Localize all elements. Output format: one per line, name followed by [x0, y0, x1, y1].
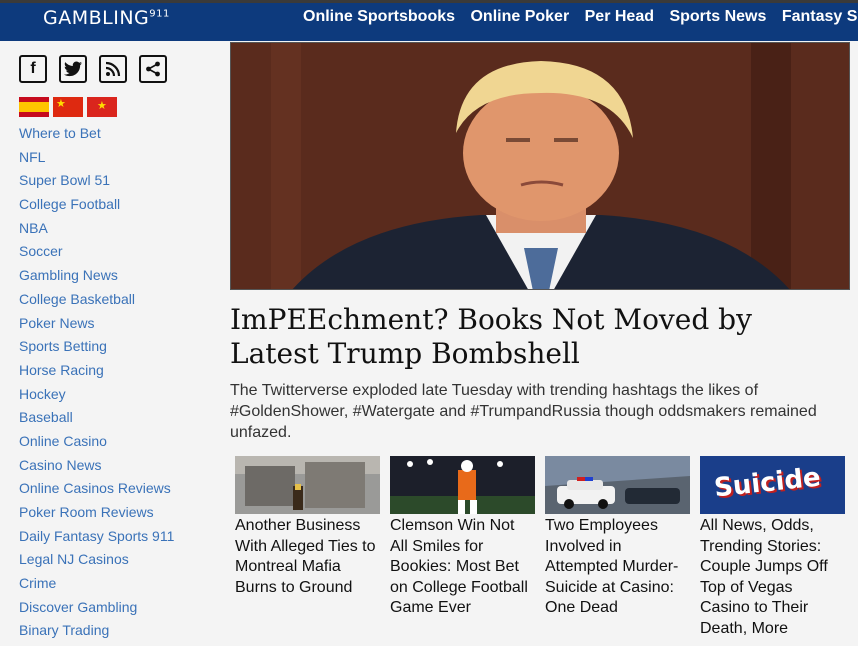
sidebar-link-hockey[interactable]: Hockey — [19, 386, 66, 402]
social-links: f — [19, 55, 167, 83]
sidebar-item: Horse Racing — [19, 361, 174, 385]
china-flag-icon[interactable]: ★ — [53, 97, 83, 117]
sidebar-link-nba[interactable]: NBA — [19, 220, 48, 236]
sidebar-item: Where to Bet — [19, 124, 174, 148]
hero-image[interactable] — [230, 42, 850, 290]
sidebar-item: Binary Trading — [19, 621, 174, 645]
sidebar-link-nfl[interactable]: NFL — [19, 149, 45, 165]
sidebar-link-daily-fantasy-sports[interactable]: Daily Fantasy Sports 911 — [19, 528, 174, 544]
related-article-title[interactable]: Another Business With Alleged Ties to Mo… — [235, 516, 380, 598]
article-thumbnail[interactable] — [235, 456, 380, 514]
sidebar-link-sports-betting[interactable]: Sports Betting — [19, 338, 107, 354]
logo-text: GAMBLING — [43, 7, 150, 29]
sidebar-item: Poker News — [19, 314, 174, 338]
sidebar-item: Discover Gambling — [19, 598, 174, 622]
sidebar-item: Hockey — [19, 385, 174, 409]
sidebar-link-poker-news[interactable]: Poker News — [19, 315, 94, 331]
sidebar-item: College Football — [19, 195, 174, 219]
article-title[interactable]: ImPEEchment? Books Not Moved by Latest T… — [230, 303, 830, 371]
sidebar-link-college-basketball[interactable]: College Basketball — [19, 291, 135, 307]
related-article-title[interactable]: Clemson Win Not All Smiles for Bookies: … — [390, 516, 535, 619]
sidebar-link-gambling-news[interactable]: Gambling News — [19, 267, 118, 283]
nav-online-sportsbooks[interactable]: Online Sportsbooks — [303, 8, 455, 25]
sidebar-item: Baseball — [19, 408, 174, 432]
nav-per-head[interactable]: Per Head — [585, 8, 654, 25]
rss-shape — [105, 61, 121, 77]
sidebar-link-baseball[interactable]: Baseball — [19, 409, 73, 425]
sidebar-item: Soccer — [19, 242, 174, 266]
twitter-icon[interactable] — [59, 55, 87, 83]
sidebar-item: Crime — [19, 574, 174, 598]
related-article-title[interactable]: Two Employees Involved in Attempted Murd… — [545, 516, 690, 619]
sidebar-item: Gambling News — [19, 266, 174, 290]
share-shape — [146, 61, 160, 77]
twitter-bird-shape — [64, 61, 82, 77]
facebook-icon[interactable]: f — [19, 55, 47, 83]
share-icon[interactable] — [139, 55, 167, 83]
sidebar-link-binary-trading[interactable]: Binary Trading — [19, 622, 109, 638]
sidebar-item: Sports Betting — [19, 337, 174, 361]
article-thumbnail[interactable] — [390, 456, 535, 514]
vietnam-flag-star: ★ — [97, 100, 107, 112]
nav-fantasy-sports[interactable]: Fantasy Spor — [782, 8, 858, 25]
sidebar-item: Poker Room Reviews — [19, 503, 174, 527]
article-summary: The Twitterverse exploded late Tuesday w… — [230, 382, 817, 441]
hero-photo-illustration — [231, 43, 849, 289]
sidebar-link-online-casinos-reviews[interactable]: Online Casinos Reviews — [19, 480, 171, 496]
related-article-card[interactable]: Another Business With Alleged Ties to Mo… — [235, 456, 380, 598]
sidebar-item: Online Casinos Reviews — [19, 479, 174, 503]
sidebar-link-legal-nj-casinos[interactable]: Legal NJ Casinos — [19, 551, 129, 567]
rss-icon[interactable] — [99, 55, 127, 83]
main-nav: Online Sportsbooks Online Poker Per Head… — [303, 8, 858, 26]
sidebar-item: Online Casino — [19, 432, 174, 456]
sidebar-link-super-bowl[interactable]: Super Bowl 51 — [19, 172, 110, 188]
language-flags: ★ ★ — [19, 97, 117, 117]
sidebar-link-where-to-bet[interactable]: Where to Bet — [19, 125, 101, 141]
sidebar-item: NBA — [19, 219, 174, 243]
article-thumbnail[interactable] — [545, 456, 690, 514]
related-article-card[interactable]: Two Employees Involved in Attempted Murd… — [545, 456, 690, 619]
sidebar-item: Daily Fantasy Sports 911 — [19, 527, 174, 551]
china-flag-star: ★ — [56, 98, 66, 110]
sidebar-link-crime[interactable]: Crime — [19, 575, 56, 591]
article-thumbnail[interactable]: Suicide — [700, 456, 845, 514]
related-article-card[interactable]: Clemson Win Not All Smiles for Bookies: … — [390, 456, 535, 619]
nav-online-poker[interactable]: Online Poker — [470, 8, 569, 25]
top-navbar: GAMBLING911 Online Sportsbooks Online Po… — [0, 0, 858, 41]
sidebar-link-casino-news[interactable]: Casino News — [19, 457, 101, 473]
sidebar-item: Legal NJ Casinos — [19, 550, 174, 574]
sidebar-link-soccer[interactable]: Soccer — [19, 243, 63, 259]
sidebar-nav: Where to Bet NFL Super Bowl 51 College F… — [19, 124, 174, 645]
nav-sports-news[interactable]: Sports News — [669, 8, 766, 25]
sidebar-link-online-casino[interactable]: Online Casino — [19, 433, 107, 449]
facebook-glyph: f — [30, 60, 36, 77]
related-article-title[interactable]: All News, Odds, Trending Stories: Couple… — [700, 516, 845, 639]
football-player-thumbnail — [390, 456, 535, 514]
sidebar-item: NFL — [19, 148, 174, 172]
sidebar-item: College Basketball — [19, 290, 174, 314]
logo-suffix: 911 — [149, 8, 170, 20]
sidebar-item: Casino News — [19, 456, 174, 480]
sidebar-item: Super Bowl 51 — [19, 171, 174, 195]
sidebar-link-college-football[interactable]: College Football — [19, 196, 120, 212]
sidebar-link-discover-gambling[interactable]: Discover Gambling — [19, 599, 137, 615]
spain-flag-icon[interactable] — [19, 97, 49, 117]
vietnam-flag-icon[interactable]: ★ — [87, 97, 117, 117]
sidebar-link-horse-racing[interactable]: Horse Racing — [19, 362, 104, 378]
related-article-card[interactable]: Suicide All News, Odds, Trending Stories… — [700, 456, 845, 639]
thumbnail-caption: Suicide — [712, 462, 822, 504]
fire-ruins-thumbnail — [235, 456, 380, 514]
police-car-thumbnail — [545, 456, 690, 514]
sidebar-link-poker-room-reviews[interactable]: Poker Room Reviews — [19, 504, 154, 520]
site-logo[interactable]: GAMBLING911 — [43, 7, 170, 29]
